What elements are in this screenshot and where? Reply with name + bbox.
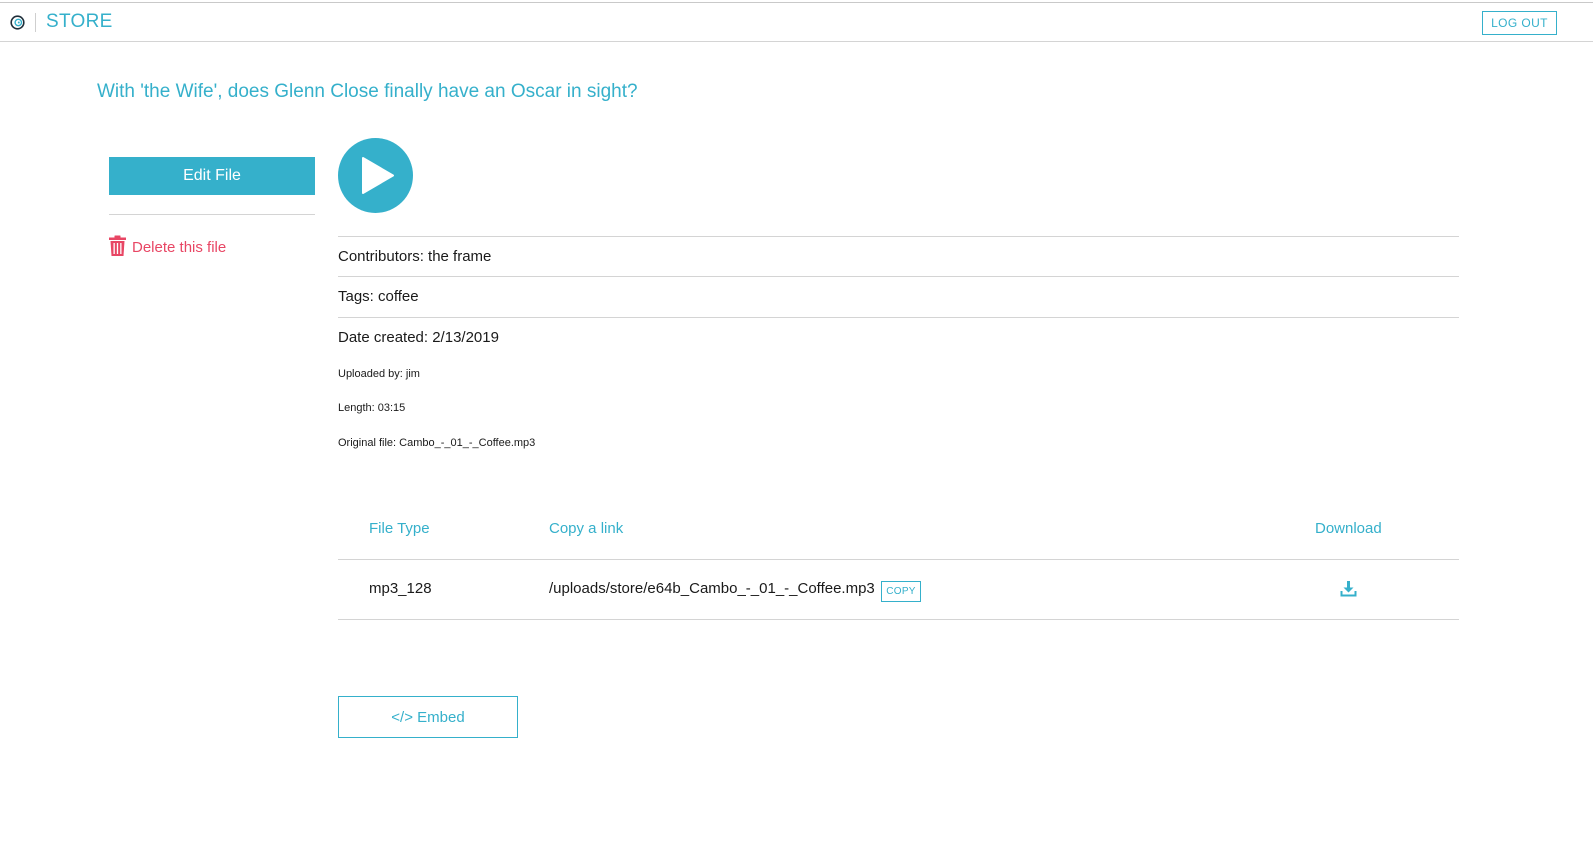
play-icon	[362, 157, 394, 194]
file-link-cell: /uploads/store/e64b_Cambo_-_01_-_Coffee.…	[549, 580, 875, 597]
column-header-download: Download	[1315, 520, 1382, 537]
top-bar: STORE LOG OUT	[0, 2, 1593, 42]
copy-link-button[interactable]: COPY	[881, 581, 921, 602]
sidebar-divider	[109, 214, 315, 215]
logo-divider	[35, 13, 36, 32]
play-button[interactable]	[338, 138, 413, 213]
meta-divider	[338, 276, 1459, 277]
embed-button[interactable]: </> Embed	[338, 696, 518, 738]
page-title: With 'the Wife', does Glenn Close finall…	[97, 81, 638, 102]
logout-button[interactable]: LOG OUT	[1482, 11, 1557, 35]
file-type-cell: mp3_128	[369, 580, 432, 597]
meta-divider	[338, 317, 1459, 318]
meta-divider	[338, 236, 1459, 237]
trash-icon	[109, 235, 132, 260]
uploaded-by-text: Uploaded by: jim	[338, 368, 420, 380]
table-header-divider	[338, 559, 1459, 560]
date-created-text: Date created: 2/13/2019	[338, 329, 499, 346]
tags-text: Tags: coffee	[338, 288, 419, 305]
original-file-text: Original file: Cambo_-_01_-_Coffee.mp3	[338, 437, 536, 449]
spiral-logo-icon[interactable]	[10, 15, 25, 30]
delete-file-label: Delete this file	[132, 238, 227, 256]
contributors-text: Contributors: the frame	[338, 248, 492, 265]
column-header-copy-link: Copy a link	[549, 520, 624, 537]
delete-file-link[interactable]: Delete this file	[109, 235, 226, 259]
download-icon[interactable]	[1340, 580, 1357, 597]
table-row-divider	[338, 619, 1459, 620]
column-header-file-type: File Type	[369, 520, 430, 537]
brand-title[interactable]: STORE	[46, 11, 113, 33]
length-text: Length: 03:15	[338, 402, 406, 414]
edit-file-button[interactable]: Edit File	[109, 157, 315, 195]
